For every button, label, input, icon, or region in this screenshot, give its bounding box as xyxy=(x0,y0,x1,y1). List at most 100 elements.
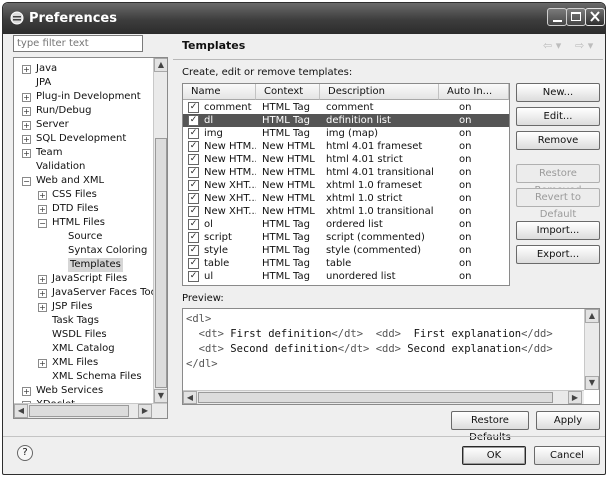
tree-expander-icon[interactable]: + xyxy=(22,149,31,158)
column-header-name[interactable]: Name xyxy=(183,84,256,100)
tree-item[interactable]: HTML Files xyxy=(52,216,105,230)
table-row[interactable]: ✓ New HTM... New HTML html 4.01 frameset on xyxy=(183,140,509,153)
table-row[interactable]: ✓ style HTML Tag style (commented) on xyxy=(183,244,509,257)
close-icon[interactable] xyxy=(585,8,605,26)
tree-item[interactable]: WSDL Files xyxy=(52,328,107,342)
tree-expander-icon[interactable]: + xyxy=(38,303,47,312)
column-header-auto-insert[interactable]: Auto In... xyxy=(439,84,509,100)
export-button[interactable]: Export... xyxy=(516,245,600,264)
template-enabled-checkbox[interactable]: ✓ xyxy=(188,180,199,191)
column-header-description[interactable]: Description xyxy=(320,84,439,100)
table-row[interactable]: ✓ ol HTML Tag ordered list on xyxy=(183,218,509,231)
tree-item[interactable]: Source xyxy=(68,230,102,244)
tree-item[interactable]: Server xyxy=(36,118,69,132)
tree-expander-icon[interactable]: + xyxy=(38,205,47,214)
template-enabled-checkbox[interactable]: ✓ xyxy=(188,232,199,243)
filter-input[interactable] xyxy=(13,35,143,52)
scroll-down-icon[interactable]: ▼ xyxy=(154,389,167,403)
table-row[interactable]: ✓ New HTM... New HTML html 4.01 strict on xyxy=(183,153,509,166)
template-enabled-checkbox[interactable]: ✓ xyxy=(188,193,199,204)
tree-expander-icon[interactable]: − xyxy=(22,177,31,186)
tree-item[interactable]: XML Files xyxy=(52,356,98,370)
tree-item[interactable]: XML Schema Files xyxy=(52,370,142,384)
revert-to-default-button[interactable]: Revert to Default xyxy=(516,188,600,220)
tree-item[interactable]: CSS Files xyxy=(52,188,97,202)
tree-item[interactable]: XML Catalog xyxy=(52,342,115,356)
template-enabled-checkbox[interactable]: ✓ xyxy=(188,271,199,282)
new-button[interactable]: New... xyxy=(516,83,600,102)
tree-expander-icon[interactable]: + xyxy=(22,93,31,102)
tree-item[interactable]: JPA xyxy=(36,76,51,90)
preview-scroll-down-icon[interactable]: ▼ xyxy=(585,376,599,390)
template-enabled-checkbox[interactable]: ✓ xyxy=(188,206,199,217)
scroll-right-icon[interactable]: ▶ xyxy=(138,404,152,418)
template-enabled-checkbox[interactable]: ✓ xyxy=(188,102,199,113)
scroll-up-icon[interactable]: ▲ xyxy=(154,58,167,72)
table-row[interactable]: ✓ script HTML Tag script (commented) on xyxy=(183,231,509,244)
apply-button[interactable]: Apply xyxy=(536,411,600,430)
template-enabled-checkbox[interactable]: ✓ xyxy=(188,219,199,230)
tree-item[interactable]: DTD Files xyxy=(52,202,99,216)
back-arrow-icon[interactable]: ⇦ ▾ xyxy=(543,39,561,52)
tree-item[interactable]: Validation xyxy=(36,160,85,174)
tree-expander-icon[interactable]: + xyxy=(38,359,47,368)
tree-item[interactable]: JSP Files xyxy=(52,300,92,314)
edit-button[interactable]: Edit... xyxy=(516,107,600,126)
preview-scroll-left-icon[interactable]: ◀ xyxy=(183,391,197,404)
tree-expander-icon[interactable]: + xyxy=(22,387,31,396)
tree-item[interactable]: Plug-in Development xyxy=(36,90,141,104)
templates-table[interactable]: Name Context Description Auto In... ✓ com… xyxy=(182,83,510,286)
preview-vertical-scrollbar[interactable]: ▲ ▼ xyxy=(584,309,599,390)
template-enabled-checkbox[interactable]: ✓ xyxy=(188,245,199,256)
tree-item[interactable]: Task Tags xyxy=(52,314,99,328)
tree-expander-icon[interactable]: + xyxy=(38,275,47,284)
preferences-tree[interactable]: + Java JPA + Plug-in Development + Run/Debug + S… xyxy=(13,57,168,419)
table-row[interactable]: ✓ img HTML Tag img (map) on xyxy=(183,127,509,140)
tree-expander-icon[interactable]: − xyxy=(38,219,47,228)
tree-expander-icon[interactable]: + xyxy=(38,289,47,298)
tree-item[interactable]: Java xyxy=(36,62,57,76)
tree-hscroll-thumb[interactable] xyxy=(29,405,129,417)
preview-scroll-up-icon[interactable]: ▲ xyxy=(585,309,599,323)
minimize-icon[interactable] xyxy=(547,8,567,26)
tree-item[interactable]: JavaScript Files xyxy=(52,272,127,286)
ok-button[interactable]: OK xyxy=(462,446,526,465)
table-row[interactable]: ✓ table HTML Tag table on xyxy=(183,257,509,270)
help-icon[interactable]: ? xyxy=(17,445,33,461)
preview-scroll-right-icon[interactable]: ▶ xyxy=(568,391,582,404)
table-row[interactable]: ✓ ul HTML Tag unordered list on xyxy=(183,270,509,283)
restore-defaults-button[interactable]: Restore Defaults xyxy=(451,411,529,443)
tree-expander-icon[interactable]: + xyxy=(22,65,31,74)
template-enabled-checkbox[interactable]: ✓ xyxy=(188,141,199,152)
tree-vertical-scrollbar[interactable]: ▲ ▼ xyxy=(153,58,167,403)
table-row[interactable]: ✓ New XHT... New HTML xhtml 1.0 frameset on xyxy=(183,179,509,192)
preview-horizontal-scrollbar[interactable]: ◀ ▶ xyxy=(183,390,584,404)
cancel-button[interactable]: Cancel xyxy=(534,446,600,465)
remove-button[interactable]: Remove xyxy=(516,131,600,150)
tree-item[interactable]: Templates xyxy=(68,258,123,272)
table-row[interactable]: ✓ comment HTML Tag comment on xyxy=(183,101,509,114)
forward-arrow-icon[interactable]: ⇨ ▾ xyxy=(575,39,593,52)
tree-horizontal-scrollbar[interactable]: ◀ ▶ xyxy=(14,403,167,418)
template-enabled-checkbox[interactable]: ✓ xyxy=(188,258,199,269)
tree-item[interactable]: Run/Debug xyxy=(36,104,91,118)
column-header-context[interactable]: Context xyxy=(256,84,320,100)
tree-item[interactable]: Team xyxy=(36,146,62,160)
preview-pane[interactable]: <dl> <dt> First definition</dt> <dd> Fir… xyxy=(182,308,600,405)
import-button[interactable]: Import... xyxy=(516,221,600,240)
table-row[interactable]: ✓ dl HTML Tag definition list on xyxy=(183,114,509,127)
tree-scroll-thumb[interactable] xyxy=(155,138,167,388)
template-enabled-checkbox[interactable]: ✓ xyxy=(188,128,199,139)
tree-item[interactable]: Web and XML xyxy=(36,174,104,188)
title-bar[interactable]: Preferences xyxy=(3,3,605,34)
tree-expander-icon[interactable]: + xyxy=(22,107,31,116)
tree-item[interactable]: Syntax Coloring xyxy=(68,244,147,258)
tree-expander-icon[interactable]: + xyxy=(38,191,47,200)
maximize-icon[interactable] xyxy=(566,8,586,26)
table-row[interactable]: ✓ New XHT... New HTML xhtml 1.0 strict on xyxy=(183,192,509,205)
table-row[interactable]: ✓ New HTM... New HTML html 4.01 transitiona… xyxy=(183,166,509,179)
table-row[interactable]: ✓ New XHT... New HTML xhtml 1.0 transitiona… xyxy=(183,205,509,218)
template-enabled-checkbox[interactable]: ✓ xyxy=(188,115,199,126)
tree-item[interactable]: JavaServer Faces Tools xyxy=(52,286,165,300)
tree-item[interactable]: SQL Development xyxy=(36,132,126,146)
